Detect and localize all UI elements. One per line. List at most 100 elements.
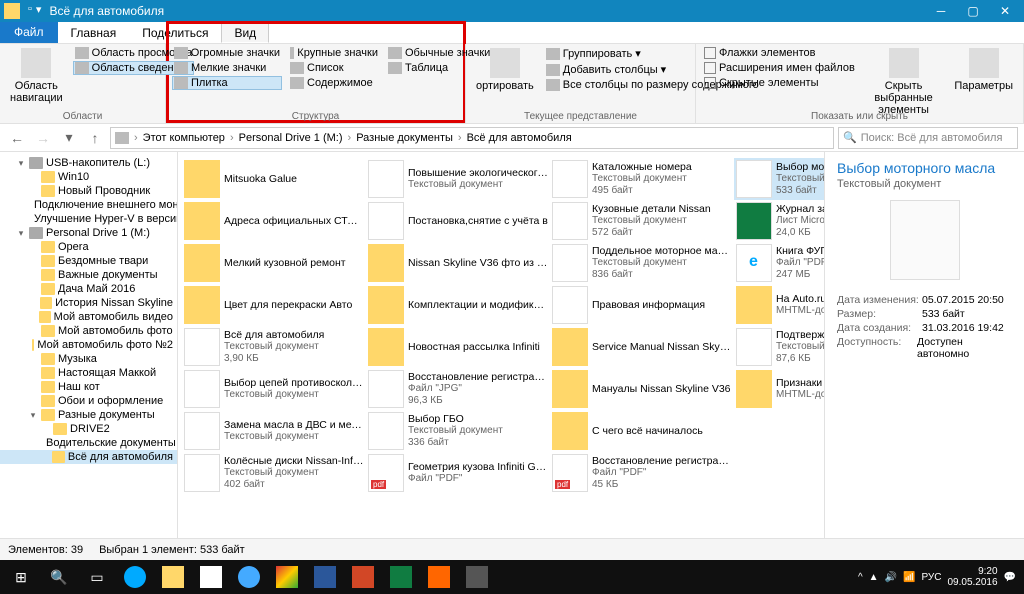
taskview-button[interactable]: ▭ [78,562,116,592]
tab-share[interactable]: Поделиться [129,22,221,43]
file-tile[interactable]: На Auto.ru появилась проверка автомобиле… [734,284,824,326]
app-chrome[interactable] [268,562,306,592]
file-tile[interactable]: Выбор ГБОТекстовый документ336 байт [366,410,550,452]
tree-node[interactable]: Мой автомобиль фото [0,324,177,338]
tree-node[interactable]: ▾Разные документы [0,408,177,422]
file-tile[interactable]: Восстановление регистрации ТСФайл "PDF"4… [550,452,734,494]
file-tile[interactable]: Поддельное моторное маслоТекстовый докум… [550,242,734,284]
hide-selected-button[interactable]: Скрыть выбранные элементы [863,46,945,118]
tab-file[interactable]: Файл [0,22,58,43]
file-list[interactable]: Mitsuoka GalueАдреса официальных СТО Nis… [178,152,824,538]
file-tile[interactable]: Замена масла в ДВС и мелкие запчастиТекс… [182,410,366,452]
hidden-toggle[interactable]: Скрытые элементы [702,76,857,90]
taskbar[interactable]: ⊞ 🔍 ▭ ^ ▲ 🔊 📶 РУС 9:2009.05.2016 💬 [0,560,1024,594]
tray-up-icon[interactable]: ^ [858,572,863,583]
breadcrumb[interactable]: ›Этот компьютер ›Personal Drive 1 (M:) ›… [110,127,834,149]
file-tile[interactable]: Постановка,снятие с учёта в [366,200,550,242]
view-tiles[interactable]: Плитка [172,76,282,90]
tree-node[interactable]: Важные документы [0,268,177,282]
tree-node[interactable]: Opera [0,240,177,254]
file-tile[interactable]: Выбор моторного маслаТекстовый документ5… [734,158,824,200]
qat-dropdown-icon[interactable]: ▾ [36,3,42,19]
tray-notifications-icon[interactable]: 💬 [1004,572,1016,583]
view-xlarge[interactable]: Огромные значки [172,46,282,60]
file-tile[interactable]: Nissan Skyline V36 фто из интернета [366,242,550,284]
file-tile[interactable]: Подтверждение регистрацииТекстовый докум… [734,326,824,368]
app-edge[interactable] [116,562,154,592]
tree-node[interactable]: Подключение внешнего монитора [0,198,177,212]
search-button[interactable]: 🔍 [40,562,78,592]
tree-node[interactable]: Настоящая Маккой [0,366,177,380]
tree-node[interactable]: Дача Май 2016 [0,282,177,296]
file-tile[interactable]: Новостная рассылка Infiniti [366,326,550,368]
app-store[interactable] [192,562,230,592]
search-input[interactable]: 🔍 Поиск: Всё для автомобиля [838,127,1018,149]
file-tile[interactable]: Геометрия кузова Infiniti G Sedan V36Фай… [366,452,550,494]
file-tile[interactable]: Колёсные диски Nissan-InfinitiТекстовый … [182,452,366,494]
file-tile[interactable]: Service Manual Nissan Skyline V36 [550,326,734,368]
navigation-pane-button[interactable]: Область навигации [6,46,67,106]
tree-node[interactable]: ▾Personal Drive 1 (M:) [0,226,177,240]
file-tile[interactable]: Правовая информация [550,284,734,326]
tree-node[interactable]: DRIVE2 [0,422,177,436]
start-button[interactable]: ⊞ [2,562,40,592]
file-tile[interactable]: Восстановление регистрации ТСФайл "JPG"9… [366,368,550,410]
file-tile[interactable]: Выбор цепей противоскольженияТекстовый д… [182,368,366,410]
system-tray[interactable]: ^ ▲ 🔊 📶 РУС 9:2009.05.2016 💬 [858,566,1022,588]
file-tile[interactable]: С чего всё начиналось [550,410,734,452]
file-tile[interactable]: Комплектации и модификации [366,284,550,326]
view-small[interactable]: Мелкие значки [172,61,282,75]
sort-button[interactable]: ортировать [472,46,538,94]
file-tile[interactable]: Книга ФУГАФайл "PDF"247 МБ [734,242,824,284]
app-explorer[interactable] [154,562,192,592]
back-button[interactable]: ← [6,127,28,149]
app-excel[interactable] [382,562,420,592]
tree-node[interactable]: Бездомные твари [0,254,177,268]
tree-node[interactable]: ▾USB-накопитель (L:) [0,156,177,170]
file-tile[interactable]: Адреса официальных СТО Nissan-Infiniti [182,200,366,242]
tree-node[interactable]: Новый Проводник [0,184,177,198]
tree-node[interactable]: Обои и оформление [0,394,177,408]
tab-home[interactable]: Главная [58,22,130,43]
extensions-toggle[interactable]: Расширения имен файлов [702,61,857,75]
tree-node[interactable]: Наш кот [0,380,177,394]
file-tile[interactable]: Мануалы Nissan Skyline V36 [550,368,734,410]
up-button[interactable]: ↑ [84,127,106,149]
app-other[interactable] [458,562,496,592]
view-content[interactable]: Содержимое [288,76,375,90]
close-button[interactable]: ✕ [990,4,1020,18]
file-tile[interactable]: Признаки подделки масла NissanMHTML-доку… [734,368,824,410]
app-powerpoint[interactable] [344,562,382,592]
tray-clock[interactable]: 9:2009.05.2016 [947,566,997,588]
file-tile[interactable]: Кузовные детали NissanТекстовый документ… [550,200,734,242]
file-tile[interactable]: Mitsuoka Galue [182,158,366,200]
tab-view[interactable]: Вид [221,22,269,43]
view-list[interactable]: Список [288,61,380,75]
file-tile[interactable]: Цвет для перекраски Авто [182,284,366,326]
tray-vlc-icon[interactable]: ▲ [869,572,879,583]
checkboxes-toggle[interactable]: Флажки элементов [702,46,857,60]
maximize-button[interactable]: ▢ [958,4,988,18]
forward-button[interactable]: → [32,127,54,149]
app-ie[interactable] [230,562,268,592]
options-button[interactable]: Параметры [950,46,1017,118]
tree-node[interactable]: Мой автомобиль видео [0,310,177,324]
tree-node[interactable]: Мой автомобиль фото №2 [0,338,177,352]
tree-node[interactable]: Водительские документы [0,436,177,450]
tree-node[interactable]: Музыка [0,352,177,366]
view-large[interactable]: Крупные значки [288,46,380,60]
app-vlc[interactable] [420,562,458,592]
navigation-tree[interactable]: ▾USB-накопитель (L:)Win10Новый Проводник… [0,152,178,538]
tree-node[interactable]: Улучшение Hyper-V в версии [0,212,177,226]
file-tile[interactable]: Каталожные номераТекстовый документ495 б… [550,158,734,200]
qat-save-icon[interactable]: ▫ [28,3,32,19]
tree-node[interactable]: История Nissan Skyline [0,296,177,310]
history-dropdown[interactable]: ▾ [58,127,80,149]
tray-lang[interactable]: РУС [921,572,941,583]
view-details[interactable]: Таблица [386,61,450,75]
tray-volume-icon[interactable]: 🔊 [885,572,897,583]
file-tile[interactable]: Повышение экологического класса автомоби… [366,158,550,200]
tray-network-icon[interactable]: 📶 [903,572,915,583]
file-tile[interactable]: Мелкий кузовной ремонт [182,242,366,284]
app-word[interactable] [306,562,344,592]
